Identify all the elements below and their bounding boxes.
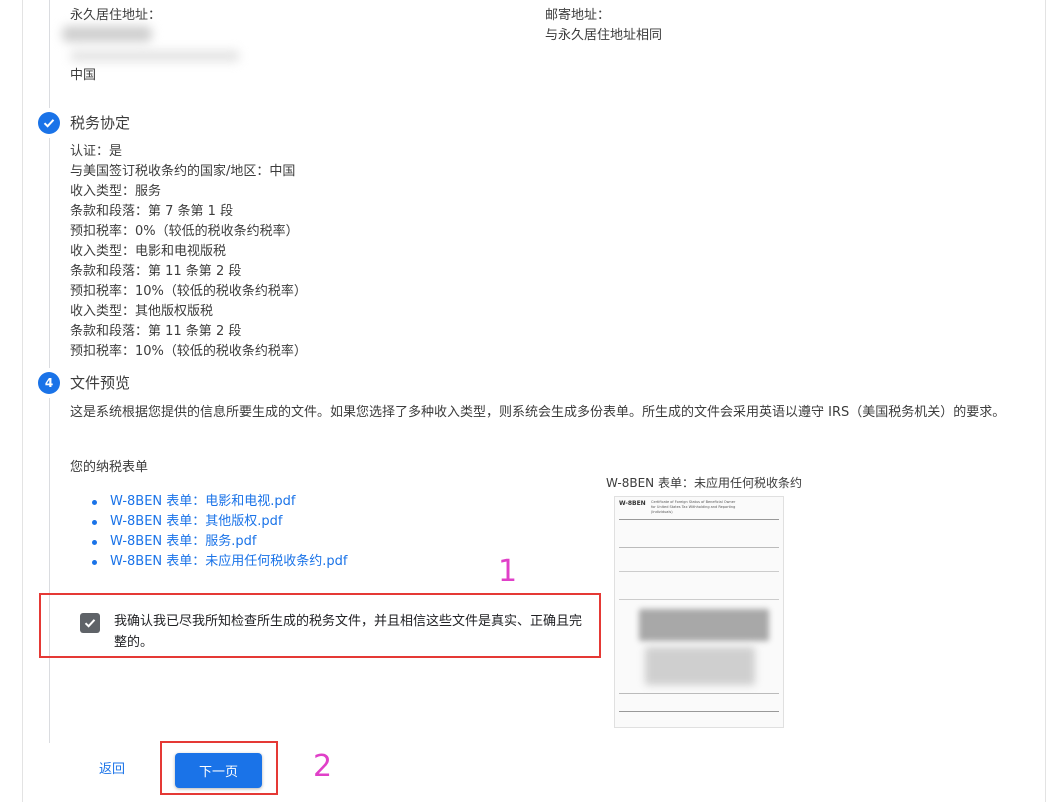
list-item: W-8BEN 表单：其他版权.pdf bbox=[92, 512, 348, 532]
frame-left-border bbox=[22, 0, 23, 802]
thumb-rule bbox=[619, 693, 779, 694]
detail-line: 预扣税率：10%（较低的税收条约税率） bbox=[70, 284, 307, 299]
step-number-badge: 4 bbox=[38, 372, 60, 394]
detail-line: 认证：是 bbox=[70, 144, 123, 159]
pdf-link-film-tv[interactable]: W-8BEN 表单：电影和电视.pdf bbox=[110, 494, 296, 509]
permanent-address-label: 永久居住地址： bbox=[70, 8, 162, 23]
annotation-number-1: 1 bbox=[498, 554, 518, 589]
stepper-connector bbox=[49, 0, 50, 108]
thumb-rule bbox=[619, 599, 779, 600]
step-complete-icon bbox=[38, 112, 60, 134]
thumb-form-code: W-8BEN bbox=[619, 500, 646, 507]
confirm-label: 我确认我已尽我所知检查所生成的税务文件，并且相信这些文件是真实、正确且完整的。 bbox=[114, 614, 583, 650]
thumb-redacted-block bbox=[645, 647, 755, 685]
detail-line: 收入类型：其他版权版税 bbox=[70, 304, 214, 319]
stepper-connector bbox=[49, 138, 50, 368]
thumb-rule bbox=[619, 571, 779, 572]
next-page-button[interactable]: 下一页 bbox=[175, 753, 262, 788]
thumb-redacted-block bbox=[639, 609, 769, 641]
tax-forms-heading: 您的纳税表单 bbox=[70, 460, 149, 475]
detail-line: 收入类型：电影和电视版税 bbox=[70, 244, 227, 259]
thumb-rule bbox=[619, 519, 779, 520]
detail-line: 条款和段落：第 11 条第 2 段 bbox=[70, 324, 242, 339]
redacted-address-line-1 bbox=[62, 26, 152, 42]
detail-line: 与美国签订税收条约的国家/地区：中国 bbox=[70, 164, 296, 179]
detail-line: 收入类型：服务 bbox=[70, 184, 162, 199]
frame-right-border bbox=[1045, 0, 1046, 802]
checkmark-icon bbox=[43, 119, 55, 128]
bullet-icon bbox=[92, 500, 97, 505]
thumb-rule bbox=[619, 711, 779, 712]
checkmark-icon bbox=[84, 619, 96, 628]
pdf-link-list: W-8BEN 表单：电影和电视.pdf W-8BEN 表单：其他版权.pdf W… bbox=[92, 492, 348, 572]
detail-line: 预扣税率：10%（较低的税收条约税率） bbox=[70, 344, 307, 359]
permanent-address-country: 中国 bbox=[70, 68, 97, 83]
bullet-icon bbox=[92, 520, 97, 525]
thumb-heading: Certificate of Foreign Status of Benefic… bbox=[651, 500, 736, 514]
list-item: W-8BEN 表单：电影和电视.pdf bbox=[92, 492, 348, 512]
detail-line: 条款和段落：第 7 条第 1 段 bbox=[70, 204, 234, 219]
bullet-icon bbox=[92, 560, 97, 565]
pdf-link-services[interactable]: W-8BEN 表单：服务.pdf bbox=[110, 534, 257, 549]
detail-line: 条款和段落：第 11 条第 2 段 bbox=[70, 264, 242, 279]
tax-treaty-details: 认证：是 与美国签订税收条约的国家/地区：中国 收入类型：服务 条款和段落：第 … bbox=[70, 142, 307, 362]
form-preview-thumbnail[interactable]: W-8BEN Certificate of Foreign Status of … bbox=[614, 496, 784, 728]
step-title-file-preview: 文件预览 bbox=[70, 374, 131, 392]
annotation-number-2: 2 bbox=[313, 749, 333, 784]
mailing-address-label: 邮寄地址： bbox=[545, 8, 611, 23]
thumb-rule bbox=[619, 547, 779, 548]
list-item: W-8BEN 表单：未应用任何税收条约.pdf bbox=[92, 552, 348, 572]
pdf-link-no-treaty[interactable]: W-8BEN 表单：未应用任何税收条约.pdf bbox=[110, 554, 348, 569]
mailing-address-value: 与永久居住地址相同 bbox=[545, 28, 663, 43]
stepper-connector bbox=[49, 398, 50, 743]
redacted-address-line-2 bbox=[70, 50, 240, 62]
confirm-checkbox[interactable] bbox=[80, 613, 100, 633]
pdf-link-other-copyright[interactable]: W-8BEN 表单：其他版权.pdf bbox=[110, 514, 283, 529]
preview-title: W-8BEN 表单：未应用任何税收条约 bbox=[606, 476, 802, 490]
file-preview-description: 这是系统根据您提供的信息所要生成的文件。如果您选择了多种收入类型，则系统会生成多… bbox=[70, 405, 1006, 420]
list-item: W-8BEN 表单：服务.pdf bbox=[92, 532, 348, 552]
bullet-icon bbox=[92, 540, 97, 545]
step-title-tax-treaty: 税务协定 bbox=[70, 114, 131, 132]
back-link[interactable]: 返回 bbox=[99, 760, 125, 780]
detail-line: 预扣税率：0%（较低的税收条约税率） bbox=[70, 224, 299, 239]
